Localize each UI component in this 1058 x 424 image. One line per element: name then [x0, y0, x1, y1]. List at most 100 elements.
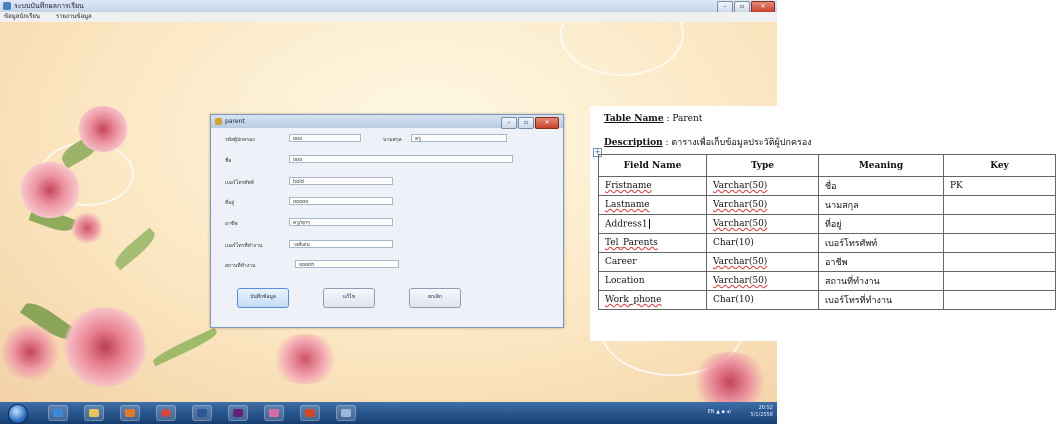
- flower-decoration: [270, 334, 340, 384]
- save-button[interactable]: บันทึกข้อมูล: [237, 288, 289, 308]
- form-minimize-button[interactable]: –: [501, 117, 517, 129]
- cell-key: [943, 233, 1056, 253]
- language-indicator[interactable]: EN: [708, 409, 715, 415]
- header-key: Key: [943, 154, 1056, 177]
- form-icon: [215, 118, 222, 125]
- header-meaning: Meaning: [818, 154, 944, 177]
- taskbar-vs[interactable]: [228, 405, 248, 421]
- table-row: Location Varchar(50) สถานที่ทำงาน: [598, 271, 1056, 291]
- parent-form-title: parent: [225, 118, 245, 125]
- table-row: Career Varchar(50) อาชีพ: [598, 252, 1056, 272]
- table-row: Lastname Varchar(50) นามสกุล: [598, 195, 1056, 215]
- cell-meaning: สถานที่ทำงาน: [818, 271, 944, 291]
- cell-type: Varchar(50): [706, 214, 819, 234]
- taskbar: EN ▲ ▪ ◂) 20:52 5/1/2558: [0, 402, 777, 424]
- media-player-icon: [125, 409, 135, 417]
- table-row: Work_phone Char(10) เบอร์โทรที่ทำงาน: [598, 290, 1056, 310]
- clock[interactable]: 20:52 5/1/2558: [751, 405, 773, 421]
- app-icon: [341, 409, 351, 417]
- address-input[interactable]: ooooo: [289, 197, 393, 205]
- cell-type: Char(10): [706, 233, 819, 253]
- cancel-button[interactable]: ยกเลิก: [409, 288, 461, 308]
- taskbar-word[interactable]: [192, 405, 212, 421]
- table-name-value: : Parent: [666, 114, 703, 124]
- swirl-decoration: [560, 22, 684, 76]
- cell-meaning: เบอร์โทรศัพท์: [818, 233, 944, 253]
- description-label: Description: [604, 138, 663, 148]
- cell-type: Varchar(50): [706, 176, 819, 196]
- browser-icon: [53, 409, 63, 417]
- table-row: Fristname Varchar(50) ชื่อ PK: [598, 176, 1056, 196]
- career-input[interactable]: ครู/ทุกๆ: [289, 218, 393, 226]
- form-close-button[interactable]: ✕: [535, 117, 559, 129]
- name-input[interactable]: ooo: [289, 155, 513, 163]
- cell-meaning: เบอร์โทรที่ทำงาน: [818, 290, 944, 310]
- work-phone-label: เบอร์โทรที่ทำงาน: [225, 243, 263, 249]
- parent-id-input[interactable]: ooo: [289, 134, 361, 142]
- app-icon: [3, 2, 11, 10]
- flower-decoration: [690, 352, 770, 402]
- cell-type: Varchar(50): [706, 195, 819, 215]
- cell-type: Char(10): [706, 290, 819, 310]
- leaf-decoration: [151, 327, 219, 367]
- location-label: สถานที่ทำงาน: [225, 263, 256, 269]
- cell-field: Career: [598, 252, 707, 272]
- clock-time: 20:52: [758, 405, 773, 411]
- parent-id-label: รหัสผู้ปกครอง: [225, 137, 255, 143]
- taskbar-ie[interactable]: [48, 405, 68, 421]
- cell-meaning: นามสกุล: [818, 195, 944, 215]
- cell-key: [943, 290, 1056, 310]
- form-maximize-button[interactable]: ▫: [518, 117, 534, 129]
- taskbar-powerpoint[interactable]: [300, 405, 320, 421]
- data-dictionary-table: Field Name Type Meaning Key Fristname Va…: [598, 154, 1056, 310]
- cell-meaning: อาชีพ: [818, 252, 944, 272]
- phone-input[interactable]: hold: [289, 177, 393, 185]
- visual-studio-icon: [233, 409, 243, 417]
- form-window-controls: – ▫ ✕: [501, 117, 559, 129]
- leaf-decoration: [111, 227, 159, 271]
- table-header-row: Field Name Type Meaning Key: [598, 154, 1056, 177]
- career-label: อาชีพ: [225, 221, 238, 227]
- location-input[interactable]: ooooh: [295, 260, 399, 268]
- flower-decoration: [0, 322, 60, 382]
- description-value: : ตารางเพื่อเก็บข้อมูลประวัติผู้ปกครอง: [665, 138, 812, 148]
- cell-key: [943, 214, 1056, 234]
- taskbar-chrome[interactable]: [156, 405, 176, 421]
- tray-icons[interactable]: EN ▲ ▪ ◂): [708, 409, 731, 415]
- clock-date: 5/1/2558: [750, 412, 773, 418]
- table-row: Address1 Varchar(50) ที่อยู่: [598, 214, 1056, 234]
- parent-form-window: parent – ▫ ✕ รหัสผู้ปกครอง ooo นามสกุล ค…: [210, 114, 564, 328]
- cell-key: [943, 195, 1056, 215]
- flower-decoration: [78, 106, 128, 152]
- taskbar-app[interactable]: [336, 405, 356, 421]
- folder-icon: [89, 409, 99, 417]
- taskbar-paint[interactable]: [264, 405, 284, 421]
- description-line: Description : ตารางเพื่อเก็บข้อมูลประวัต…: [604, 135, 812, 149]
- flower-decoration: [20, 162, 80, 218]
- address-label: ที่อยู่: [225, 200, 235, 206]
- cell-field: Tel_Parents: [598, 233, 707, 253]
- cell-meaning: ชื่อ: [818, 176, 944, 196]
- table-row: Tel_Parents Char(10) เบอร์โทรศัพท์: [598, 233, 1056, 253]
- taskbar-explorer[interactable]: [84, 405, 104, 421]
- name-label: ชื่อ: [225, 158, 232, 164]
- edit-button[interactable]: แก้ไข: [323, 288, 375, 308]
- cell-meaning: ที่อยู่: [818, 214, 944, 234]
- menu-item-student[interactable]: ข้อมูลนักเรียน: [4, 13, 40, 20]
- cell-field: Fristname: [598, 176, 707, 196]
- powerpoint-icon: [305, 409, 315, 417]
- work-phone-input[interactable]: วงศ์เด่น: [289, 240, 393, 248]
- cell-type: Varchar(50): [706, 252, 819, 272]
- paint-icon: [269, 409, 279, 417]
- lastname-input[interactable]: ครู: [411, 134, 507, 142]
- cell-key: [943, 271, 1056, 291]
- cell-type: Varchar(50): [706, 271, 819, 291]
- start-button[interactable]: [8, 404, 28, 424]
- cell-field-with-cursor[interactable]: Address1: [598, 214, 707, 234]
- taskbar-media[interactable]: [120, 405, 140, 421]
- flower-decoration: [60, 307, 150, 387]
- table-name-line: Table Name : Parent: [604, 114, 702, 124]
- chrome-icon: [161, 409, 171, 417]
- word-icon: [197, 409, 207, 417]
- menu-item-report[interactable]: รายงานข้อมูล: [56, 13, 92, 20]
